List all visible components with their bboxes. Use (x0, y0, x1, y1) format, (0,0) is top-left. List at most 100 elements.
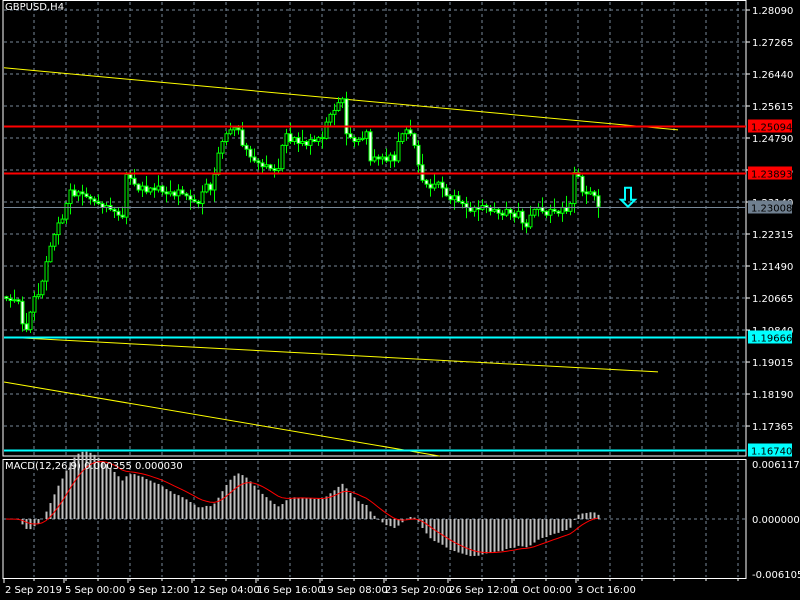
candle-bull (36, 294, 41, 298)
candle-bull (388, 154, 393, 162)
price-axis-label: 1.28090 (752, 6, 793, 17)
candle-bear (88, 196, 93, 200)
candle-bear (172, 191, 177, 197)
candle-bull (364, 131, 369, 139)
candle-bull (588, 191, 593, 195)
candle-bull (212, 173, 217, 191)
candle-bear (84, 193, 89, 198)
candle-bear (580, 175, 585, 193)
price-axis-label: 1.17365 (752, 422, 793, 433)
candle-bull (60, 218, 65, 224)
time-axis-label: 2 Sep 2019 (5, 585, 62, 596)
down-arrow-icon (618, 186, 638, 209)
candle-bear (72, 189, 77, 197)
candle-bear (416, 144, 421, 166)
price-axis-label: 1.25615 (752, 102, 793, 113)
candle-bull (224, 133, 229, 142)
price-axis-label: 1.24790 (752, 134, 793, 145)
candle-bear (180, 189, 185, 195)
candle-bull (492, 208, 497, 212)
candle-bull (572, 172, 577, 205)
candle-bear (392, 154, 397, 162)
time-axis-label: 3 Oct 16:00 (577, 585, 636, 596)
candle-bear (8, 298, 13, 302)
candle-bear (136, 183, 141, 191)
candle-bear (408, 129, 413, 135)
candle-bear (440, 181, 445, 189)
price-axis-label: 1.18190 (752, 390, 793, 401)
candle-bull (28, 311, 33, 331)
candle-bear (252, 156, 257, 162)
candle-bear (16, 299, 21, 302)
candle-bull (528, 214, 533, 228)
candle-bear (564, 206, 569, 212)
candle-bear (256, 160, 261, 164)
candle-bull (12, 299, 17, 302)
price-axis-label: 1.19015 (752, 358, 793, 369)
candle-bull (396, 140, 401, 162)
candle-bull (204, 183, 209, 193)
candle-bull (176, 189, 181, 197)
candle-bear (444, 187, 449, 197)
candle-bear (20, 300, 25, 325)
candle-bear (288, 133, 293, 142)
macd-signal-value: 0.000030 (135, 461, 183, 472)
candle-bear (344, 98, 349, 135)
candle-bull (76, 191, 81, 197)
price-chart[interactable]: 1.280901.272651.264401.256151.247901.239… (0, 0, 800, 600)
candle-bear (80, 191, 85, 195)
price-axis-label: 1.27265 (752, 38, 793, 49)
candle-bull (264, 164, 269, 168)
candle-bull (336, 102, 341, 111)
price-axis-label: 1.26440 (752, 70, 793, 81)
trendline (3, 336, 659, 373)
candle-bull (284, 133, 289, 146)
candle-bear (460, 201, 465, 205)
level-price-label: 1.16740 (751, 447, 792, 458)
candle-bear (524, 222, 529, 228)
candle-bull (292, 137, 297, 142)
candle-bear (272, 168, 277, 172)
candle-bear (488, 206, 493, 212)
time-axis-label: 19 Sep 08:00 (321, 585, 388, 596)
level-price-label: 1.25094 (751, 123, 792, 134)
candle-bear (192, 199, 197, 203)
candle-bull (48, 245, 53, 263)
candle-bear (544, 210, 549, 216)
candle-bull (400, 133, 405, 142)
candle-bull (504, 208, 509, 216)
candle-bull (516, 210, 521, 218)
candle-bull (328, 113, 333, 123)
candle-bear (552, 208, 557, 212)
candle-bull (124, 173, 129, 218)
candle-bear (468, 206, 473, 212)
candle-bull (332, 109, 337, 115)
candle-bear (512, 212, 517, 218)
candle-bear (152, 187, 157, 191)
candle-bull (40, 280, 45, 296)
candle-bull (300, 140, 305, 144)
time-axis-label: 9 Sep 12:00 (129, 585, 189, 596)
time-axis-label: 16 Sep 16:00 (257, 585, 324, 596)
chart-title: GBPUSD,H4 (5, 2, 65, 13)
candle-bull (316, 137, 321, 142)
candle-bull (372, 156, 377, 162)
candle-bull (44, 261, 49, 282)
level-price-label: 1.23008 (751, 204, 792, 215)
candle-bull (220, 140, 225, 154)
candle-bull (32, 296, 37, 313)
candle-bear (320, 137, 325, 140)
candle-bear (196, 201, 201, 205)
candle-bear (296, 137, 301, 144)
candle-bull (380, 156, 385, 160)
candle-bull (232, 127, 237, 131)
candle-bull (56, 222, 61, 236)
price-axis-label: 1.22315 (752, 230, 793, 241)
candle-bear (164, 191, 169, 195)
time-axis-label: 1 Oct 00:00 (513, 585, 572, 596)
candle-bear (312, 139, 317, 142)
candle-bear (500, 212, 505, 216)
candle-bear (184, 193, 189, 197)
candle-bull (280, 144, 285, 170)
candle-bear (112, 208, 117, 212)
